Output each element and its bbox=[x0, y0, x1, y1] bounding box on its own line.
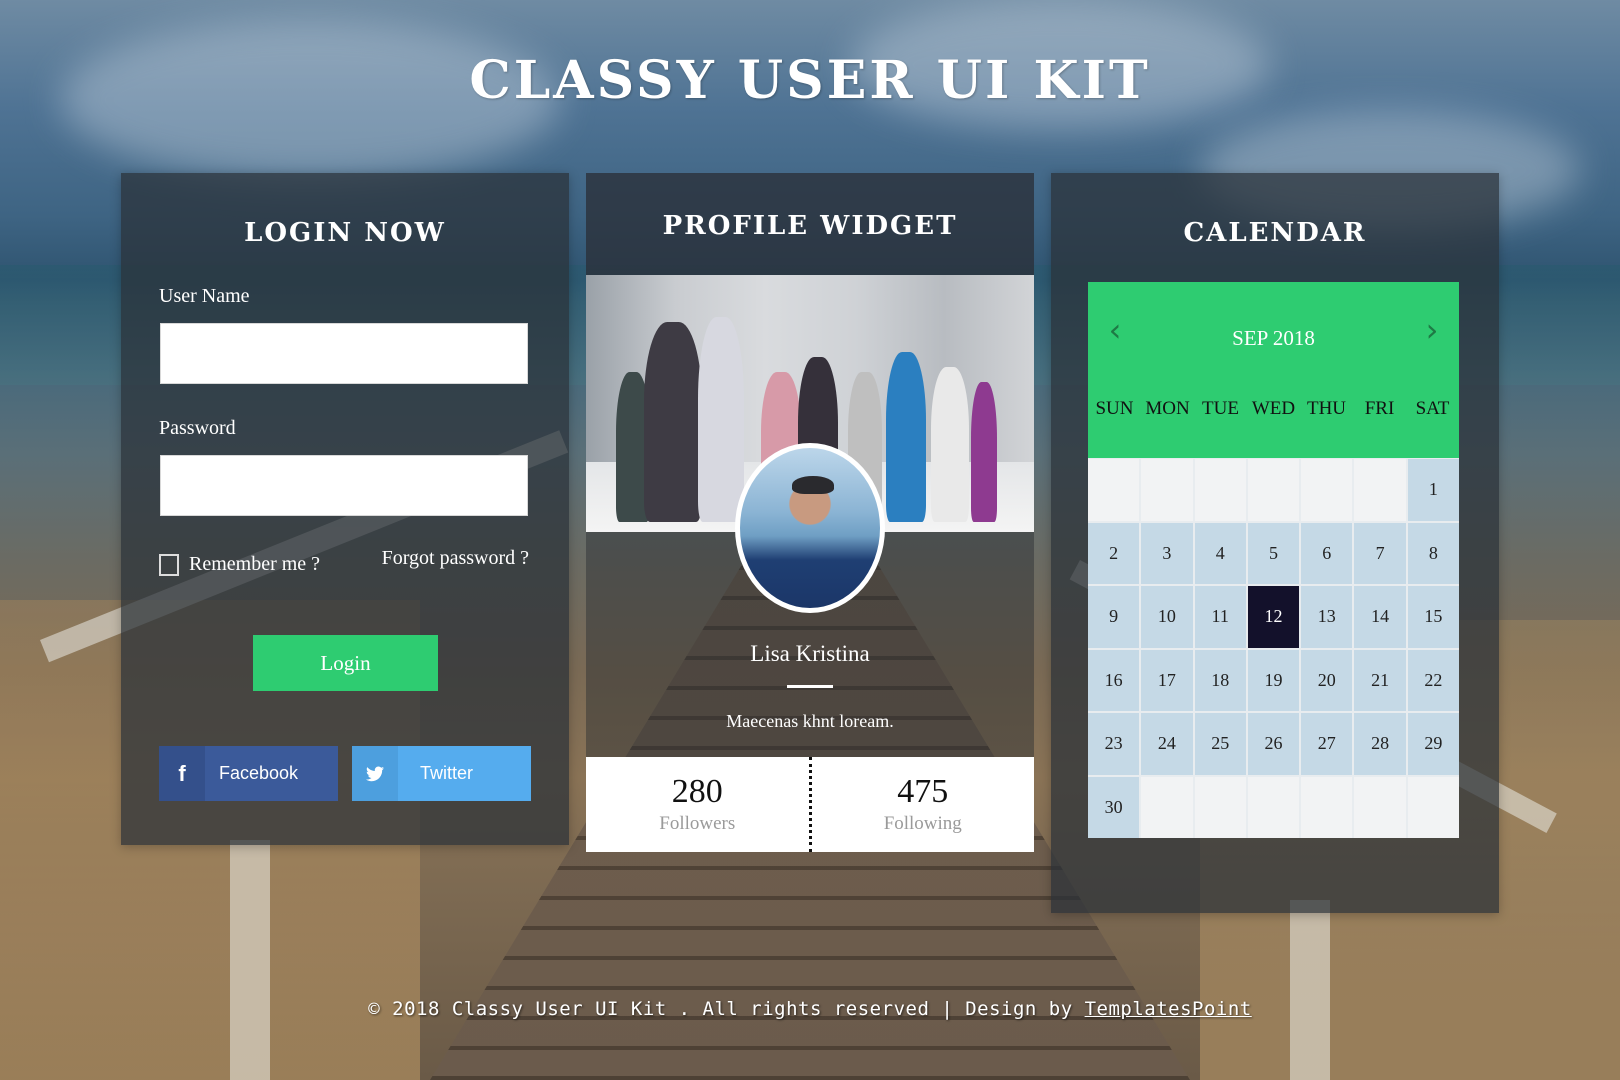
weekday-label: SUN bbox=[1095, 398, 1134, 419]
profile-stats: 280 Followers 475 Following bbox=[586, 757, 1034, 852]
login-panel: LOGIN NOW User Name Password Remember me… bbox=[121, 173, 569, 845]
calendar-empty-cell bbox=[1407, 776, 1459, 838]
footer: © 2018 Classy User UI Kit . All rights r… bbox=[0, 998, 1620, 1020]
remember-me-checkbox[interactable] bbox=[159, 553, 179, 576]
page-title: CLASSY USER UI KIT bbox=[469, 50, 1151, 111]
following-stat[interactable]: 475 Following bbox=[808, 757, 1035, 852]
weekday-label: SAT bbox=[1415, 398, 1450, 419]
calendar-day[interactable]: 19 bbox=[1247, 649, 1300, 711]
calendar-empty-cell bbox=[1247, 459, 1300, 521]
calendar-day[interactable]: 6 bbox=[1301, 522, 1353, 584]
weekday-label: TUE bbox=[1202, 398, 1239, 419]
calendar-day[interactable]: 14 bbox=[1354, 586, 1406, 648]
calendar-day[interactable]: 28 bbox=[1354, 713, 1406, 775]
facebook-label: Facebook bbox=[219, 763, 299, 783]
footer-link[interactable]: TemplatesPoint bbox=[1085, 998, 1252, 1020]
calendar-day[interactable]: 7 bbox=[1354, 522, 1406, 584]
login-button[interactable]: Login bbox=[253, 635, 438, 691]
calendar-empty-cell bbox=[1301, 459, 1353, 521]
calendar-empty-cell bbox=[1354, 776, 1406, 838]
calendar-day[interactable]: 23 bbox=[1088, 713, 1140, 775]
calendar-widget: ‹ SEP 2018 › SUN MON TUE WED THU FRI SAT… bbox=[1088, 282, 1459, 838]
calendar-panel: CALENDAR ‹ SEP 2018 › SUN MON TUE WED TH… bbox=[1051, 173, 1499, 913]
login-title: LOGIN NOW bbox=[244, 218, 446, 248]
calendar-day[interactable]: 27 bbox=[1301, 713, 1353, 775]
weekday-label: WED bbox=[1251, 398, 1296, 419]
calendar-day[interactable]: 26 bbox=[1247, 713, 1300, 775]
chevron-right-icon[interactable]: › bbox=[1417, 311, 1447, 349]
calendar-month: SEP 2018 bbox=[1232, 326, 1315, 350]
footer-text: © 2018 Classy User UI Kit . All rights r… bbox=[368, 998, 1085, 1020]
username-input[interactable] bbox=[160, 323, 528, 384]
calendar-day[interactable]: 29 bbox=[1407, 713, 1459, 775]
weekday-label: THU bbox=[1306, 398, 1347, 419]
calendar-day[interactable]: 10 bbox=[1141, 586, 1193, 648]
calendar-day[interactable]: 17 bbox=[1141, 649, 1193, 711]
calendar-empty-cell bbox=[1301, 776, 1353, 838]
profile-title: PROFILE WIDGET bbox=[662, 211, 958, 241]
calendar-header: ‹ SEP 2018 › SUN MON TUE WED THU FRI SAT bbox=[1088, 282, 1459, 458]
password-label: Password bbox=[159, 417, 236, 439]
calendar-day[interactable]: 3 bbox=[1141, 522, 1193, 584]
calendar-day[interactable]: 21 bbox=[1354, 649, 1406, 711]
calendar-day[interactable]: 13 bbox=[1301, 586, 1353, 648]
calendar-day[interactable]: 25 bbox=[1194, 713, 1246, 775]
weekday-label: MON bbox=[1145, 398, 1190, 419]
calendar-day[interactable]: 11 bbox=[1194, 586, 1246, 648]
profile-header: PROFILE WIDGET bbox=[586, 173, 1034, 275]
username-label: User Name bbox=[159, 285, 250, 307]
profile-name: Lisa Kristina bbox=[750, 641, 870, 666]
calendar-grid: 1 2 3 4 5 6 7 8 9 10 11 12 13 14 15 16 17 18 19 20 21 22 23 24 2… bbox=[1088, 458, 1459, 838]
remember-me[interactable]: Remember me ? bbox=[159, 553, 320, 576]
calendar-day[interactable]: 5 bbox=[1247, 522, 1300, 584]
calendar-day[interactable]: 4 bbox=[1194, 522, 1246, 584]
weekday-row: SUN MON TUE WED THU FRI SAT bbox=[1088, 398, 1459, 420]
calendar-day[interactable]: 22 bbox=[1407, 649, 1459, 711]
calendar-day[interactable]: 15 bbox=[1407, 586, 1459, 648]
password-input[interactable] bbox=[160, 455, 528, 516]
calendar-empty-cell bbox=[1194, 776, 1246, 838]
twitter-label: Twitter bbox=[420, 763, 474, 783]
following-count: 475 bbox=[897, 772, 949, 810]
twitter-icon bbox=[352, 746, 398, 801]
profile-bio: Maecenas khnt loream. bbox=[726, 711, 894, 731]
calendar-empty-cell bbox=[1194, 459, 1246, 521]
followers-count: 280 bbox=[671, 772, 723, 810]
calendar-day[interactable]: 20 bbox=[1301, 649, 1353, 711]
calendar-empty-cell bbox=[1088, 459, 1140, 521]
twitter-button[interactable]: Twitter bbox=[352, 746, 531, 801]
profile-widget: PROFILE WIDGET Lisa Kristina Maecenas kh… bbox=[586, 173, 1034, 852]
calendar-day[interactable]: 16 bbox=[1088, 649, 1140, 711]
calendar-day[interactable]: 8 bbox=[1407, 522, 1459, 584]
followers-label: Followers bbox=[659, 812, 736, 834]
calendar-empty-cell bbox=[1141, 459, 1193, 521]
remember-me-label: Remember me ? bbox=[189, 553, 321, 575]
calendar-empty-cell bbox=[1141, 776, 1193, 838]
following-label: Following bbox=[883, 812, 962, 834]
weekday-label: FRI bbox=[1364, 398, 1395, 419]
facebook-button[interactable]: f Facebook bbox=[159, 746, 338, 801]
calendar-day[interactable]: 2 bbox=[1088, 522, 1140, 584]
calendar-day[interactable]: 1 bbox=[1407, 459, 1459, 521]
profile-avatar[interactable] bbox=[735, 443, 885, 613]
calendar-day[interactable]: 18 bbox=[1194, 649, 1246, 711]
calendar-day[interactable]: 30 bbox=[1088, 776, 1140, 838]
calendar-day[interactable]: 24 bbox=[1141, 713, 1193, 775]
name-divider bbox=[787, 685, 833, 688]
calendar-day[interactable]: 9 bbox=[1088, 586, 1140, 648]
calendar-empty-cell bbox=[1247, 776, 1300, 838]
forgot-password-link[interactable]: Forgot password ? bbox=[382, 547, 529, 570]
followers-stat[interactable]: 280 Followers bbox=[586, 757, 809, 852]
calendar-empty-cell bbox=[1354, 459, 1406, 521]
calendar-day-selected[interactable]: 12 bbox=[1247, 586, 1300, 648]
calendar-title: CALENDAR bbox=[1183, 218, 1367, 248]
facebook-icon: f bbox=[159, 746, 205, 801]
